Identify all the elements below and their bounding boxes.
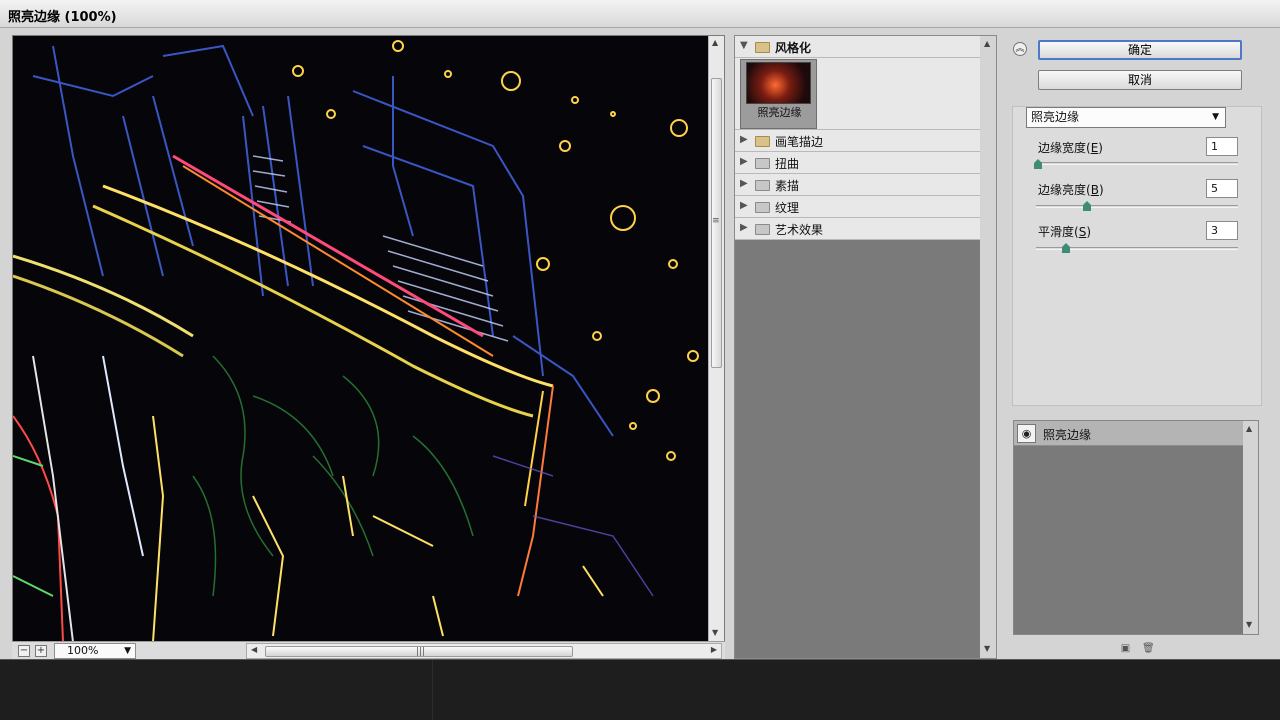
edge-brightness-slider-knob[interactable] (1083, 201, 1091, 211)
scroll-left-arrow-icon[interactable]: ◀ (251, 645, 257, 654)
filter-thumbnail-label: 照亮边缘 (757, 106, 802, 119)
collapsed-triangle-icon: ▶ (740, 156, 748, 167)
filter-select[interactable]: 照亮边缘 ▼ (1026, 107, 1226, 128)
category-distort[interactable]: ▶ 扭曲 (735, 152, 981, 174)
category-brush-strokes[interactable]: ▶ 画笔描边 (735, 130, 981, 152)
zoom-level-select[interactable]: 100% ▼ (54, 643, 136, 659)
ok-button[interactable]: 确定 (1038, 40, 1242, 60)
category-label: 风格化 (775, 41, 812, 55)
preview-hscroll-thumb[interactable]: ||| (265, 646, 573, 657)
category-label: 素描 (775, 179, 800, 193)
category-label: 艺术效果 (775, 223, 824, 237)
category-label: 纹理 (775, 201, 800, 215)
scroll-down-arrow-icon[interactable]: ▼ (1246, 620, 1252, 629)
zoom-level-value: 100% (67, 644, 99, 657)
smoothness-input[interactable]: 3 (1206, 221, 1238, 240)
folder-icon (755, 202, 770, 213)
zoom-in-button[interactable]: + (35, 645, 47, 657)
edge-brightness-input[interactable]: 5 (1206, 179, 1238, 198)
filter-select-value: 照亮边缘 (1031, 110, 1080, 124)
category-artistic[interactable]: ▶ 艺术效果 (735, 218, 981, 240)
filter-category-list: ▼ 风格化 照亮边缘 ▶ 画笔描边 ▶ 扭曲 ▶ 素描 ▶ 纹理 ▶ 艺术效果 … (734, 35, 997, 659)
collapsed-triangle-icon: ▶ (740, 200, 748, 211)
collapse-panel-button[interactable]: ︽ (1013, 42, 1027, 56)
layers-scrollbar[interactable]: ▲ ▼ (1243, 421, 1258, 634)
edge-width-slider-knob[interactable] (1034, 159, 1042, 169)
folder-icon (755, 158, 770, 169)
edge-brightness-slider-track[interactable] (1036, 205, 1238, 208)
filter-list-scrollbar[interactable]: ▲ ▼ (980, 36, 996, 658)
expanded-triangle-icon: ▼ (740, 40, 748, 51)
eye-icon[interactable]: ◉ (1017, 424, 1036, 443)
cancel-button[interactable]: 取消 (1038, 70, 1242, 90)
edge-width-label: 边缘宽度(E) (1038, 141, 1103, 155)
new-effect-layer-icon[interactable]: ▣ (1120, 644, 1131, 655)
folder-icon (755, 224, 770, 235)
filter-thumbnail-glowing-edges[interactable]: 照亮边缘 (740, 59, 817, 129)
vscroll-grip-icon: ≡ (712, 216, 720, 226)
effect-layer-row[interactable]: ◉ 照亮边缘 (1014, 421, 1244, 446)
preview-horizontal-scrollbar[interactable]: ◀ ||| ▶ (246, 643, 722, 659)
effect-layers-panel: ◉ 照亮边缘 ▲ ▼ (1013, 420, 1259, 635)
category-texture[interactable]: ▶ 纹理 (735, 196, 981, 218)
title-bar: 照亮边缘 (100%) (0, 0, 1280, 28)
delete-effect-layer-icon[interactable]: 🗑 (1142, 644, 1155, 655)
folder-open-icon (755, 42, 770, 53)
category-stylize-contents: 照亮边缘 (735, 58, 981, 130)
scroll-down-arrow-icon[interactable]: ▼ (712, 628, 718, 637)
filter-preview-image[interactable] (13, 36, 708, 642)
category-sketch[interactable]: ▶ 素描 (735, 174, 981, 196)
category-label: 扭曲 (775, 157, 800, 171)
folder-icon (755, 180, 770, 191)
edge-width-input[interactable]: 1 (1206, 137, 1238, 156)
preview-frame: ▲ ≡ ▼ (12, 35, 725, 643)
collapsed-triangle-icon: ▶ (740, 178, 748, 189)
chevron-down-icon: ▼ (1212, 112, 1219, 122)
collapsed-triangle-icon: ▶ (740, 134, 748, 145)
scroll-up-arrow-icon[interactable]: ▲ (712, 38, 718, 47)
smoothness-label: 平滑度(S) (1038, 225, 1092, 239)
window-title: 照亮边缘 (100%) (8, 10, 117, 25)
preview-toolbar: − + 100% ▼ ◀ ||| ▶ (12, 641, 725, 659)
preview-vertical-scrollbar[interactable]: ▲ ≡ ▼ (708, 36, 724, 642)
effect-layer-label: 照亮边缘 (1043, 428, 1092, 442)
folder-icon (755, 136, 770, 147)
glowing-edges-artwork (13, 36, 708, 642)
scroll-up-arrow-icon[interactable]: ▲ (1246, 424, 1252, 433)
scroll-right-arrow-icon[interactable]: ▶ (711, 645, 717, 654)
filter-gallery-window: 照亮边缘 (100%) ▲ ≡ ▼ − + 100% ▼ ◀ ||| ▶ ▼ 风… (0, 0, 1280, 660)
scroll-down-arrow-icon[interactable]: ▼ (984, 644, 990, 653)
edge-width-slider-track[interactable] (1036, 162, 1238, 165)
scroll-up-arrow-icon[interactable]: ▲ (984, 39, 990, 48)
hscroll-grip-icon: ||| (416, 647, 426, 657)
zoom-out-button[interactable]: − (18, 645, 30, 657)
taskbar (0, 660, 1280, 720)
edge-brightness-label: 边缘亮度(B) (1038, 183, 1104, 197)
smoothness-slider-knob[interactable] (1062, 243, 1070, 253)
category-stylize[interactable]: ▼ 风格化 (735, 36, 981, 58)
filter-thumbnail-image (746, 62, 811, 104)
category-label: 画笔描边 (775, 135, 824, 149)
chevron-down-icon: ▼ (124, 646, 131, 656)
taskbar-divider (432, 660, 433, 720)
collapsed-triangle-icon: ▶ (740, 222, 748, 233)
